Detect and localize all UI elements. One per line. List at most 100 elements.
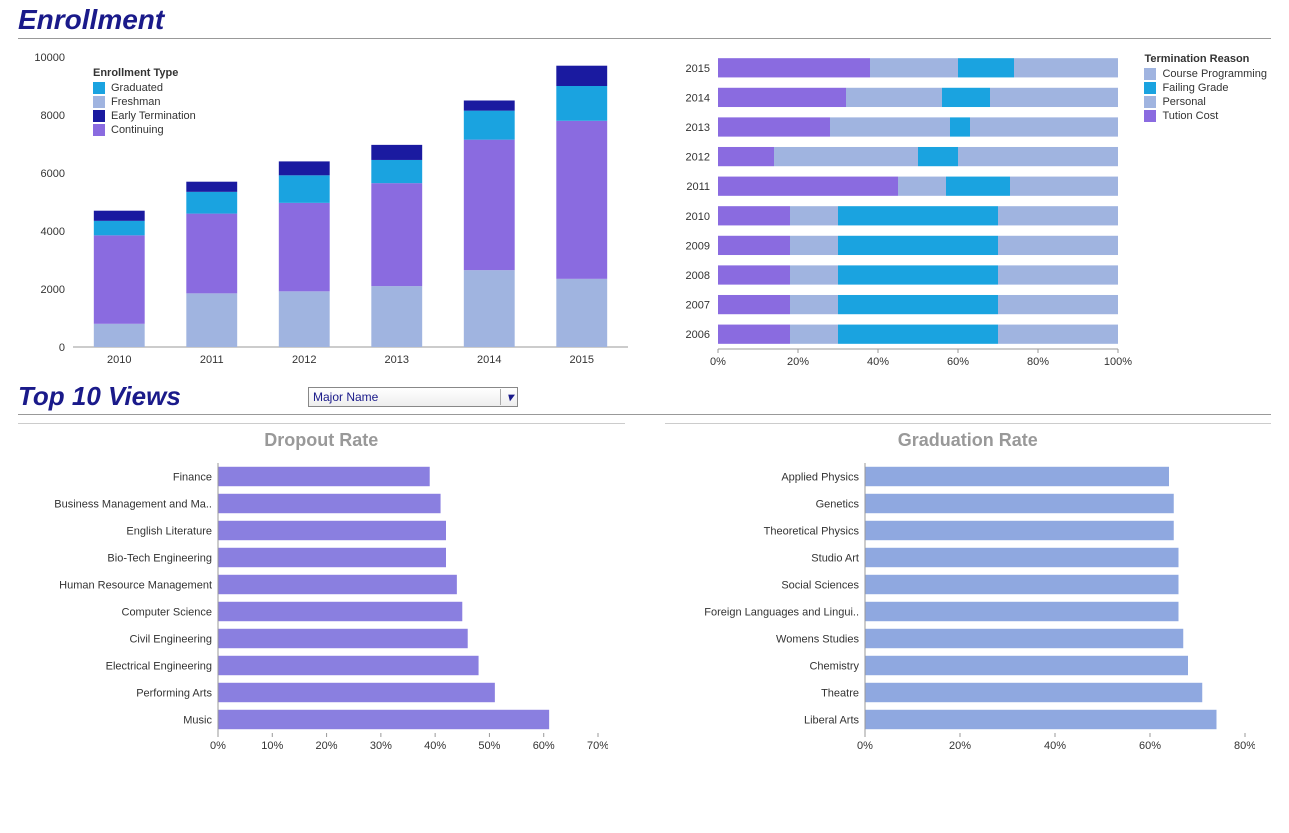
legend-item[interactable]: Early Termination xyxy=(93,110,196,122)
bar-segment[interactable] xyxy=(970,117,1118,136)
bar-segment[interactable] xyxy=(94,221,145,236)
legend-item[interactable]: Tution Cost xyxy=(1144,110,1267,122)
bar-segment[interactable] xyxy=(838,206,998,225)
bar-segment[interactable] xyxy=(718,236,790,255)
bar-segment[interactable] xyxy=(946,177,1010,196)
legend-item[interactable]: Graduated xyxy=(93,82,196,94)
bar-segment[interactable] xyxy=(958,147,1118,166)
bar[interactable] xyxy=(865,629,1183,648)
bar-segment[interactable] xyxy=(718,177,898,196)
bar-segment[interactable] xyxy=(774,147,918,166)
bar-segment[interactable] xyxy=(998,325,1118,344)
bar-segment[interactable] xyxy=(998,265,1118,284)
bar-segment[interactable] xyxy=(790,206,838,225)
bar[interactable] xyxy=(218,575,457,594)
bar[interactable] xyxy=(865,521,1174,540)
bar-segment[interactable] xyxy=(464,140,515,271)
bar-segment[interactable] xyxy=(990,88,1118,107)
legend-item[interactable]: Failing Grade xyxy=(1144,82,1267,94)
bar-segment[interactable] xyxy=(870,58,958,77)
legend-item[interactable]: Continuing xyxy=(93,124,196,136)
bar-segment[interactable] xyxy=(790,236,838,255)
bar-segment[interactable] xyxy=(186,214,237,294)
legend-item[interactable]: Freshman xyxy=(93,96,196,108)
bar-segment[interactable] xyxy=(371,286,422,347)
bar-segment[interactable] xyxy=(918,147,958,166)
svg-text:Applied Physics: Applied Physics xyxy=(781,472,859,484)
bar[interactable] xyxy=(218,656,479,675)
bar-segment[interactable] xyxy=(94,324,145,347)
bar[interactable] xyxy=(865,548,1179,567)
bar-segment[interactable] xyxy=(186,293,237,347)
bar-segment[interactable] xyxy=(830,117,950,136)
bar[interactable] xyxy=(218,467,430,486)
major-name-dropdown[interactable]: Major Name ▾ xyxy=(308,387,518,407)
bar-segment[interactable] xyxy=(556,66,607,86)
bar-segment[interactable] xyxy=(279,203,330,291)
bar[interactable] xyxy=(218,710,549,729)
bar[interactable] xyxy=(865,656,1188,675)
bar[interactable] xyxy=(865,602,1179,621)
bar-segment[interactable] xyxy=(838,295,998,314)
bar[interactable] xyxy=(218,683,495,702)
graduation-chart[interactable]: 0%20%40%60%80%Applied PhysicsGeneticsThe… xyxy=(665,459,1255,759)
bar-segment[interactable] xyxy=(279,161,330,175)
bar-segment[interactable] xyxy=(464,101,515,111)
bar-segment[interactable] xyxy=(94,235,145,323)
bar-segment[interactable] xyxy=(371,145,422,160)
bar-segment[interactable] xyxy=(1014,58,1118,77)
bar-segment[interactable] xyxy=(838,325,998,344)
bar-segment[interactable] xyxy=(958,58,1014,77)
bar-segment[interactable] xyxy=(718,58,870,77)
bar[interactable] xyxy=(218,494,441,513)
bar-segment[interactable] xyxy=(950,117,970,136)
bar-segment[interactable] xyxy=(998,236,1118,255)
dropout-chart[interactable]: 0%10%20%30%40%50%60%70%FinanceBusiness M… xyxy=(18,459,608,759)
bar[interactable] xyxy=(865,683,1202,702)
bar-segment[interactable] xyxy=(718,117,830,136)
bar-segment[interactable] xyxy=(998,206,1118,225)
bar-segment[interactable] xyxy=(718,88,846,107)
bar[interactable] xyxy=(218,548,446,567)
legend-item[interactable]: Course Programming xyxy=(1144,68,1267,80)
bar-segment[interactable] xyxy=(790,325,838,344)
bar-segment[interactable] xyxy=(898,177,946,196)
bar-segment[interactable] xyxy=(998,295,1118,314)
svg-text:40%: 40% xyxy=(424,740,446,752)
bar-segment[interactable] xyxy=(790,265,838,284)
bar-segment[interactable] xyxy=(464,270,515,347)
bar-segment[interactable] xyxy=(718,265,790,284)
bar-segment[interactable] xyxy=(942,88,990,107)
bar-segment[interactable] xyxy=(790,295,838,314)
bar-segment[interactable] xyxy=(556,121,607,279)
bar-segment[interactable] xyxy=(186,192,237,214)
bar[interactable] xyxy=(865,575,1179,594)
bar-segment[interactable] xyxy=(371,160,422,183)
bar[interactable] xyxy=(218,602,462,621)
bar-segment[interactable] xyxy=(279,175,330,203)
bar[interactable] xyxy=(218,629,468,648)
bar-segment[interactable] xyxy=(464,111,515,140)
bar[interactable] xyxy=(865,494,1174,513)
bar-segment[interactable] xyxy=(556,86,607,121)
bar[interactable] xyxy=(865,467,1169,486)
bar-segment[interactable] xyxy=(718,295,790,314)
svg-text:2014: 2014 xyxy=(686,92,710,104)
bar-segment[interactable] xyxy=(838,265,998,284)
bar-segment[interactable] xyxy=(718,147,774,166)
bar-segment[interactable] xyxy=(718,206,790,225)
bar-segment[interactable] xyxy=(846,88,942,107)
svg-text:2007: 2007 xyxy=(686,300,710,312)
bar-segment[interactable] xyxy=(371,183,422,286)
legend-swatch xyxy=(1144,68,1156,80)
bar[interactable] xyxy=(865,710,1217,729)
bar-segment[interactable] xyxy=(279,291,330,347)
bar-segment[interactable] xyxy=(838,236,998,255)
bar[interactable] xyxy=(218,521,446,540)
bar-segment[interactable] xyxy=(1010,177,1118,196)
legend-item[interactable]: Personal xyxy=(1144,96,1267,108)
bar-segment[interactable] xyxy=(718,325,790,344)
bar-segment[interactable] xyxy=(556,279,607,347)
bar-segment[interactable] xyxy=(186,182,237,192)
bar-segment[interactable] xyxy=(94,211,145,221)
